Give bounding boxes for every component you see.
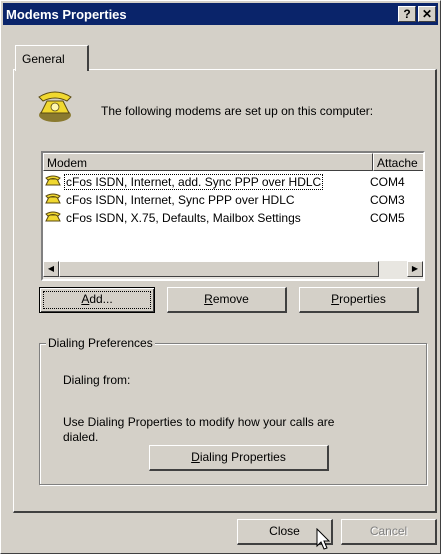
properties-button[interactable]: Properties [299, 287, 419, 313]
modem-port: COM4 [370, 175, 405, 189]
horizontal-scrollbar[interactable]: ◀ ▶ [43, 261, 423, 279]
dialing-preferences-legend: Dialing Preferences [46, 336, 155, 350]
column-header-modem[interactable]: Modem [43, 153, 373, 171]
modem-name: cFos ISDN, Internet, add. Sync PPP over … [63, 174, 324, 190]
modem-port: COM5 [370, 211, 405, 225]
scroll-thumb[interactable] [59, 261, 379, 277]
intro-text: The following modems are set up on this … [101, 104, 374, 118]
modems-properties-window: Modems Properties ? ✕ General The follow… [0, 0, 441, 554]
tab-general-label: General [22, 52, 65, 66]
list-item[interactable]: cFos ISDN, X.75, Defaults, Mailbox Setti… [43, 209, 423, 227]
title-bar[interactable]: Modems Properties ? ✕ [3, 3, 438, 25]
window-title: Modems Properties [6, 7, 127, 22]
list-item[interactable]: cFos ISDN, Internet, Sync PPP over HDLC … [43, 191, 423, 209]
modem-icon [45, 211, 61, 222]
telephone-icon [38, 91, 72, 122]
dialing-from-label: Dialing from: [63, 373, 131, 387]
modem-icon [45, 193, 61, 204]
tab-general[interactable]: General [15, 45, 89, 71]
close-window-button[interactable]: ✕ [418, 6, 436, 22]
column-header-attached[interactable]: Attache [373, 153, 423, 171]
modem-name: cFos ISDN, X.75, Defaults, Mailbox Setti… [66, 211, 301, 225]
modem-list[interactable]: Modem Attache cFos ISDN, Internet, add. … [41, 151, 425, 281]
scroll-left-button[interactable]: ◀ [43, 261, 59, 277]
list-item[interactable]: cFos ISDN, Internet, add. Sync PPP over … [43, 173, 423, 191]
remove-button[interactable]: Remove [167, 287, 287, 313]
dialing-properties-button[interactable]: Dialing Properties [149, 445, 329, 471]
dialing-note: Use Dialing Properties to modify how you… [63, 415, 335, 444]
modem-icon [45, 175, 61, 186]
scroll-right-button[interactable]: ▶ [407, 261, 423, 277]
add-button[interactable]: Add... [39, 287, 155, 313]
help-button[interactable]: ? [398, 6, 416, 22]
modem-name: cFos ISDN, Internet, Sync PPP over HDLC [66, 193, 295, 207]
focus-rect [43, 291, 151, 309]
cancel-button[interactable]: Cancel [341, 519, 437, 545]
mouse-pointer-icon [316, 528, 331, 550]
modem-port: COM3 [370, 193, 405, 207]
